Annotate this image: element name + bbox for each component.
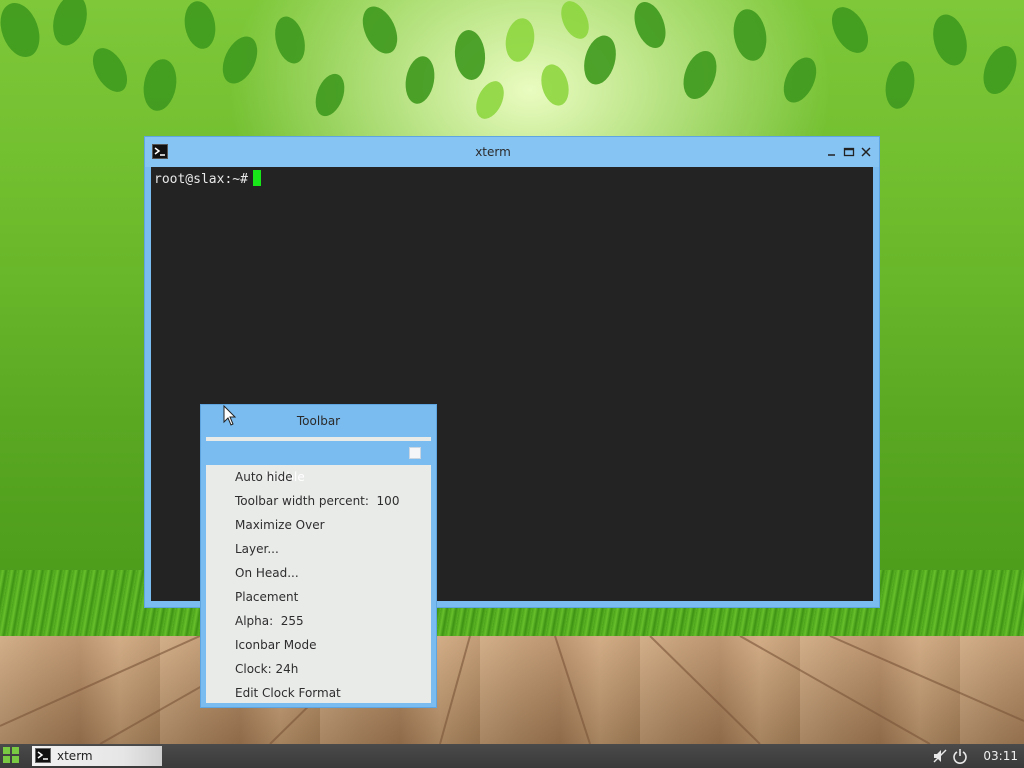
- menu-item-alpha[interactable]: Alpha: 255: [206, 609, 431, 633]
- wallpaper-leaves: [0, 0, 1017, 119]
- menu-item-layer[interactable]: Layer...: [206, 537, 431, 561]
- window-titlebar[interactable]: xterm: [145, 137, 879, 167]
- menu-item-placement[interactable]: Placement: [206, 585, 431, 609]
- terminal-prompt: root@slax:~#: [154, 172, 248, 187]
- menu-item-toolbar-width[interactable]: Toolbar width percent: 100: [206, 489, 431, 513]
- taskbar-item-xterm[interactable]: xterm: [32, 746, 162, 766]
- mouse-pointer-icon: [223, 405, 237, 426]
- maximize-button[interactable]: [842, 145, 856, 159]
- toolbar-menu[interactable]: Toolbar Visible Auto hide Toolbar width …: [200, 404, 437, 708]
- menu-item-auto-hide[interactable]: Auto hide: [206, 465, 431, 489]
- power-icon[interactable]: [952, 748, 968, 764]
- maximize-icon: [843, 147, 855, 157]
- taskbar-item-label: xterm: [57, 749, 93, 763]
- menu-item-maximize-over[interactable]: Maximize Over: [206, 513, 431, 537]
- window-title: xterm: [475, 145, 511, 159]
- taskbar: xterm 03:11: [0, 744, 1024, 768]
- close-button[interactable]: [859, 145, 873, 159]
- close-icon: [861, 147, 871, 157]
- taskbar-clock[interactable]: 03:11: [983, 744, 1018, 768]
- terminal-icon: [35, 748, 51, 763]
- menu-item-on-head[interactable]: On Head...: [206, 561, 431, 585]
- menu-item-iconbar-mode[interactable]: Iconbar Mode: [206, 633, 431, 657]
- terminal-prompt-line: root@slax:~#: [154, 170, 261, 187]
- menu-items: Visible Auto hide Toolbar width percent:…: [206, 437, 431, 703]
- desktop[interactable]: xterm root@slax:~# Toolbar Visible Auto …: [0, 0, 1024, 768]
- apps-grid-icon[interactable]: [3, 747, 21, 765]
- menu-item-clock[interactable]: Clock: 24h: [206, 657, 431, 681]
- minimize-button[interactable]: [825, 145, 839, 159]
- volume-muted-icon[interactable]: [932, 748, 948, 764]
- menu-item-edit-clock-format[interactable]: Edit Clock Format: [206, 681, 431, 705]
- visible-checkbox[interactable]: [409, 447, 421, 459]
- wallpaper-floor-planks: [0, 636, 1024, 744]
- minimize-icon: [828, 154, 835, 156]
- menu-item-visible[interactable]: Visible: [206, 441, 431, 484]
- terminal-cursor: [252, 170, 261, 186]
